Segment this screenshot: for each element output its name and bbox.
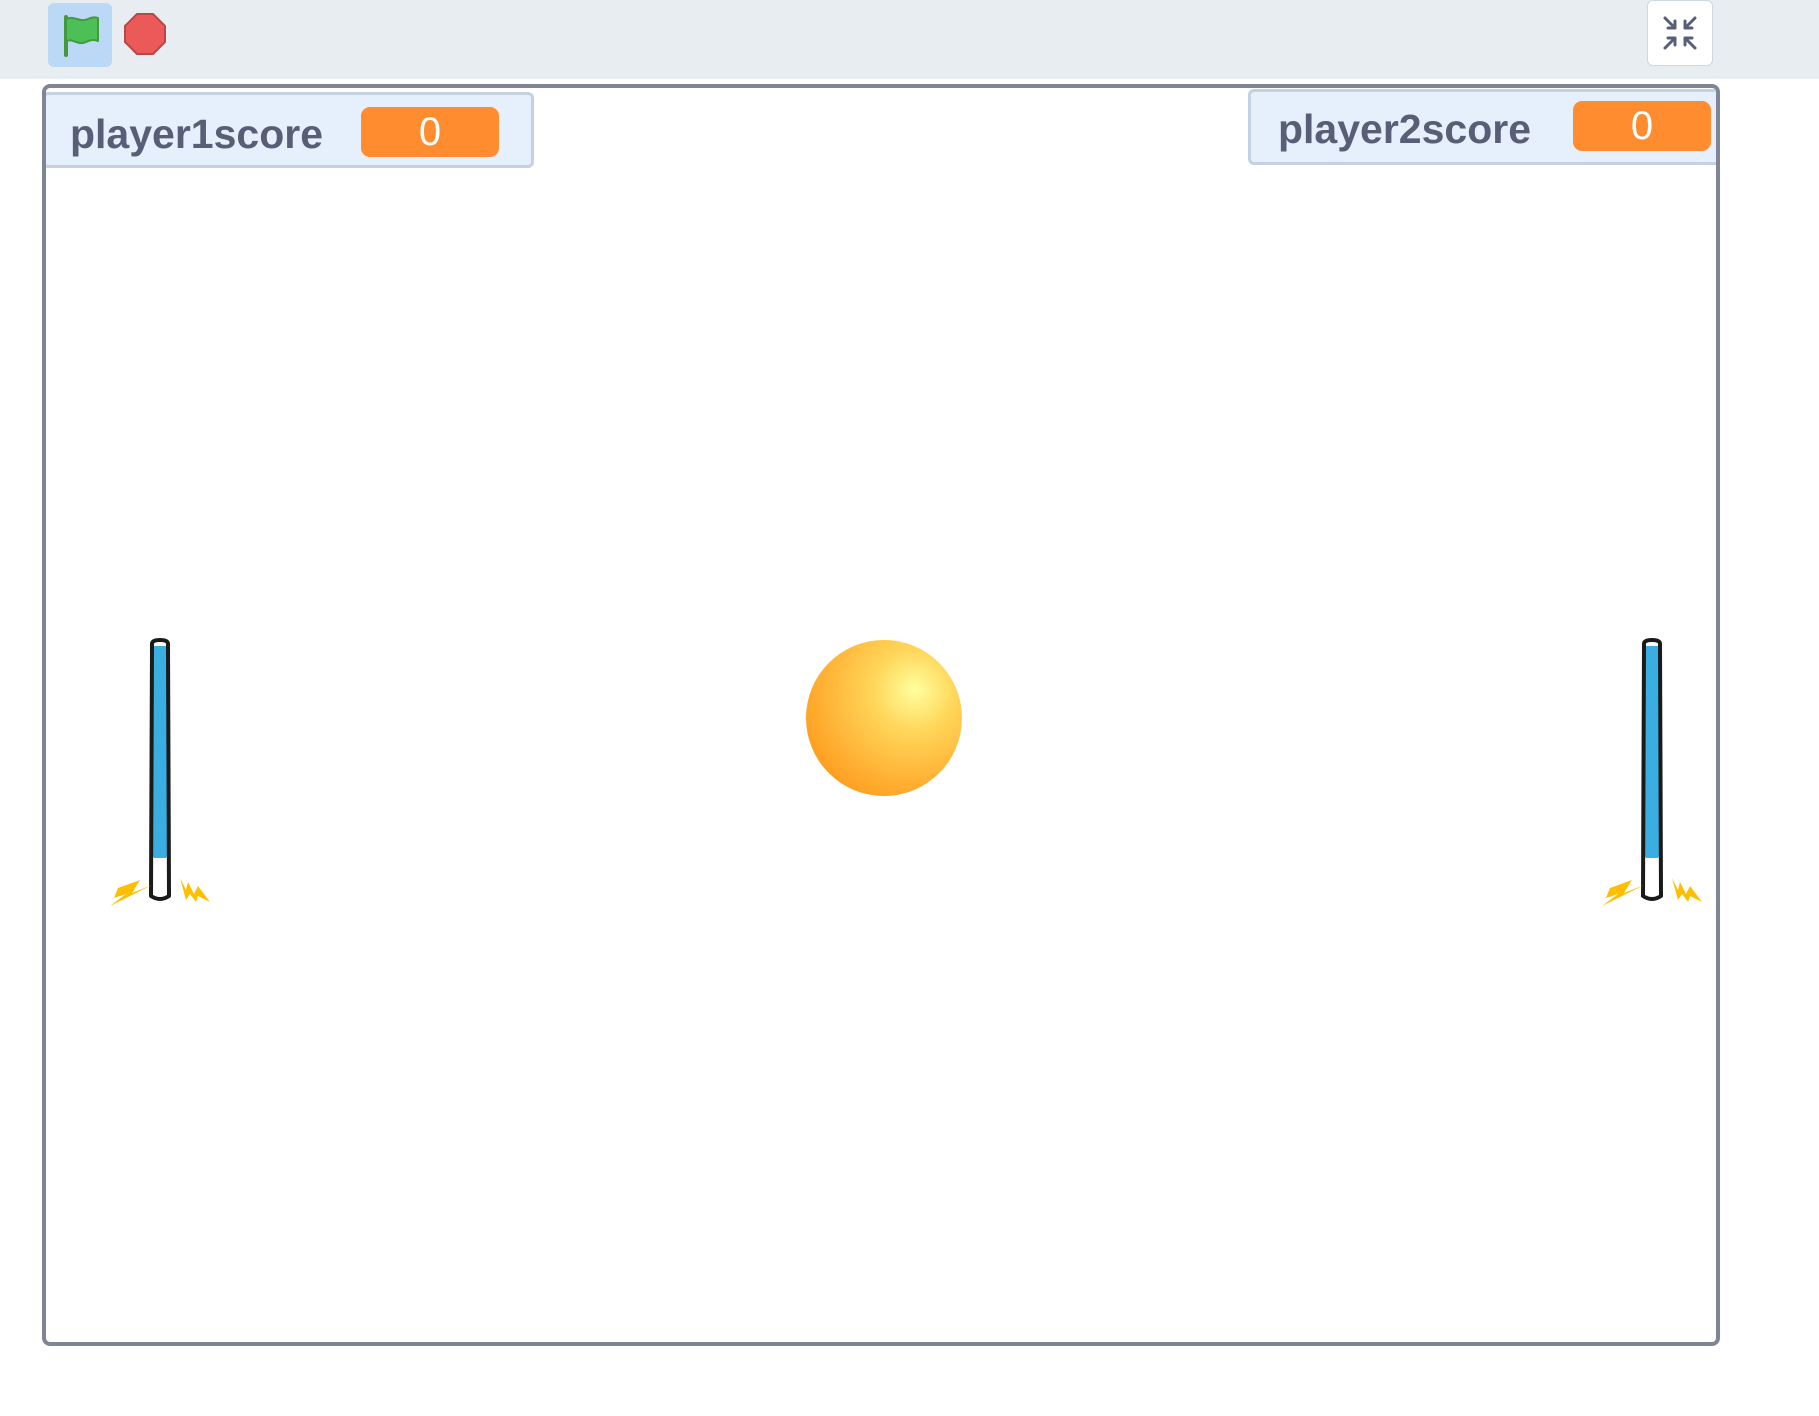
monitor-value: 0: [1573, 101, 1711, 151]
unfullscreen-icon: [1663, 16, 1697, 50]
ball-sprite[interactable]: [804, 638, 964, 798]
exit-fullscreen-button[interactable]: [1647, 0, 1713, 66]
monitor-label: player1score: [70, 111, 324, 157]
spark-icon: [1602, 880, 1644, 906]
stage-toolbar: [0, 0, 1819, 79]
monitor-value: 0: [361, 107, 499, 157]
player2-score-monitor: player2score 0: [1248, 89, 1716, 165]
stop-sign-icon: [124, 13, 166, 55]
green-flag-icon: [64, 15, 99, 57]
stop-button[interactable]: [122, 11, 168, 57]
game-stage[interactable]: player1score 0 player2score 0: [42, 84, 1720, 1346]
spark-icon: [110, 880, 152, 906]
paddle-left-sprite[interactable]: [70, 638, 210, 948]
monitor-label: player2score: [1278, 106, 1532, 152]
spark-icon: [1672, 878, 1702, 902]
player1-score-monitor: player1score 0: [46, 92, 534, 168]
spark-icon: [180, 878, 210, 902]
paddle-right-sprite[interactable]: [1562, 638, 1702, 948]
green-flag-button[interactable]: [48, 3, 112, 67]
